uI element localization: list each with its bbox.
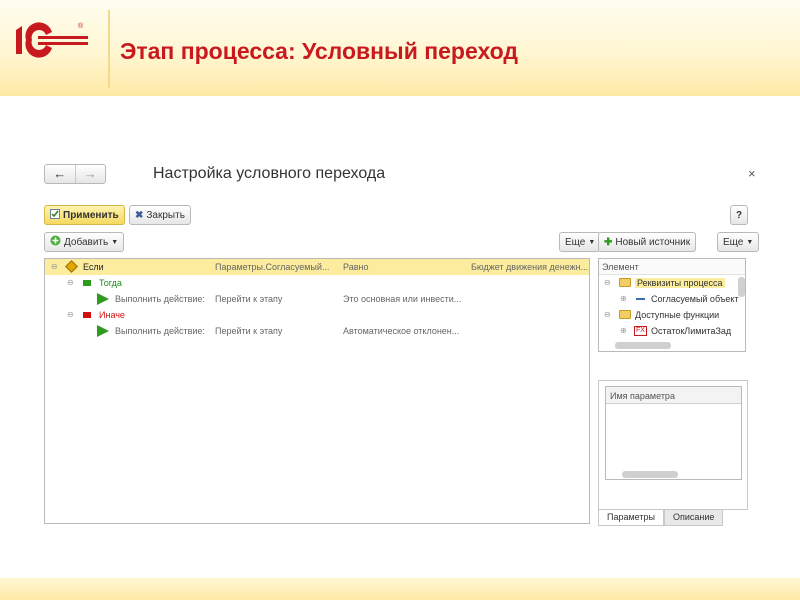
parameters-tabs: Параметры Описание [598,510,724,526]
form-title: Настройка условного перехода [153,165,386,182]
logo-1c: ® [16,22,88,58]
action-type: Перейти к этапу [215,326,283,336]
element-label: Реквизиты процесса [635,278,725,288]
element-row-approved-object[interactable]: ⊕ Согласуемый объект [599,291,745,307]
element-label: Согласуемый объект [651,294,739,304]
expand-icon[interactable]: ⊕ [620,294,627,303]
close-label: Закрыть [146,209,185,221]
function-icon: FX [634,326,647,336]
chevron-down-icon: ▼ [746,238,754,246]
tab-parameters[interactable]: Параметры [598,510,664,526]
more-button-elements[interactable]: Еще ▼ [717,232,760,252]
conditional-transition-form: ← → Настройка условного перехода × Приме… [40,150,770,540]
parameter-name-header: Имя параметра [606,387,741,404]
close-button[interactable]: ✖ Закрыть [129,205,191,225]
elements-tree[interactable]: Элемент ⊖ Реквизиты процесса ⊕ Согласуем… [598,258,746,352]
go-to-stage-icon [97,293,109,305]
collapse-icon[interactable]: ⊖ [67,278,74,287]
folder-icon [619,278,631,287]
collapse-icon[interactable]: ⊖ [604,278,611,287]
parameters-table[interactable]: Имя параметра [605,386,742,480]
action-type: Перейти к этапу [215,294,283,304]
action-label: Выполнить действие: [115,326,205,336]
nav-group: ← → [44,164,106,184]
more-label: Еще [723,236,744,248]
action-label: Выполнить действие: [115,294,205,304]
if-value: Бюджет движения денежн... [471,262,589,272]
else-label: Иначе [99,310,125,320]
then-flag-icon [83,280,91,286]
collapse-icon[interactable]: ⊖ [67,310,74,319]
plus-icon: ✚ [604,236,613,248]
new-source-label: Новый источник [615,236,691,248]
condition-diamond-icon [65,260,78,273]
tab-description[interactable]: Описание [663,510,724,526]
forward-arrow-icon[interactable]: → [74,165,106,183]
collapse-icon[interactable]: ⊖ [604,310,611,319]
add-button[interactable]: Добавить ▼ [44,232,125,252]
more-label: Еще [565,236,586,248]
new-source-button[interactable]: ✚ Новый источник [598,232,697,252]
elements-header: Элемент [599,259,745,275]
expand-icon[interactable]: ⊕ [620,326,627,335]
svg-text:®: ® [78,22,84,30]
apply-label: Применить [63,209,119,221]
element-label: ОстатокЛимитаЗад [651,326,732,336]
element-row-process-attributes[interactable]: ⊖ Реквизиты процесса [599,275,745,291]
chevron-down-icon: ▼ [111,238,119,246]
then-label: Тогда [99,278,122,288]
else-flag-icon [83,312,91,318]
slide: ® Этап процесса: Условный переход ← → На… [0,0,800,600]
collapse-icon[interactable]: ⊖ [51,262,58,271]
help-button[interactable]: ? [730,205,748,225]
go-to-stage-icon [97,325,109,337]
apply-icon [50,208,60,222]
tree-row-then[interactable]: ⊖ Тогда [45,275,589,291]
condition-tree[interactable]: ⊖ Если Параметры.Согласуемый... Равно Бю… [44,258,590,524]
tree-row-then-action[interactable]: Выполнить действие: Перейти к этапу Это … [45,291,589,307]
if-parameter: Параметры.Согласуемый... [215,262,330,272]
action-target: Это основная или инвести... [343,294,462,304]
add-label: Добавить [64,236,109,248]
slide-header: ® Этап процесса: Условный переход [0,0,800,96]
if-label: Если [83,262,104,272]
horizontal-scrollbar[interactable] [622,471,678,478]
vertical-scrollbar[interactable] [738,277,745,297]
element-row-limit-balance[interactable]: ⊕ FX ОстатокЛимитаЗад [599,323,745,339]
close-icon[interactable]: × [748,166,756,181]
back-arrow-icon[interactable]: ← [45,165,75,183]
folder-icon [619,310,631,319]
if-comparison: Равно [343,262,369,272]
tree-row-else[interactable]: ⊖ Иначе [45,307,589,323]
tree-row-else-action[interactable]: Выполнить действие: Перейти к этапу Авто… [45,323,589,339]
horizontal-scrollbar[interactable] [615,342,671,349]
chevron-down-icon: ▼ [588,238,596,246]
plus-circle-icon [50,235,61,249]
element-row-available-functions[interactable]: ⊖ Доступные функции [599,307,745,323]
slide-footer [0,578,800,600]
more-button-tree[interactable]: Еще ▼ [559,232,602,252]
apply-button[interactable]: Применить [44,205,125,225]
element-label: Доступные функции [635,310,720,320]
close-x-icon: ✖ [135,209,144,221]
action-target: Автоматическое отклонен... [343,326,460,336]
field-icon [636,298,645,300]
slide-title: Этап процесса: Условный переход [120,38,519,64]
tree-row-if[interactable]: ⊖ Если Параметры.Согласуемый... Равно Бю… [45,259,589,275]
header-separator [108,10,110,88]
